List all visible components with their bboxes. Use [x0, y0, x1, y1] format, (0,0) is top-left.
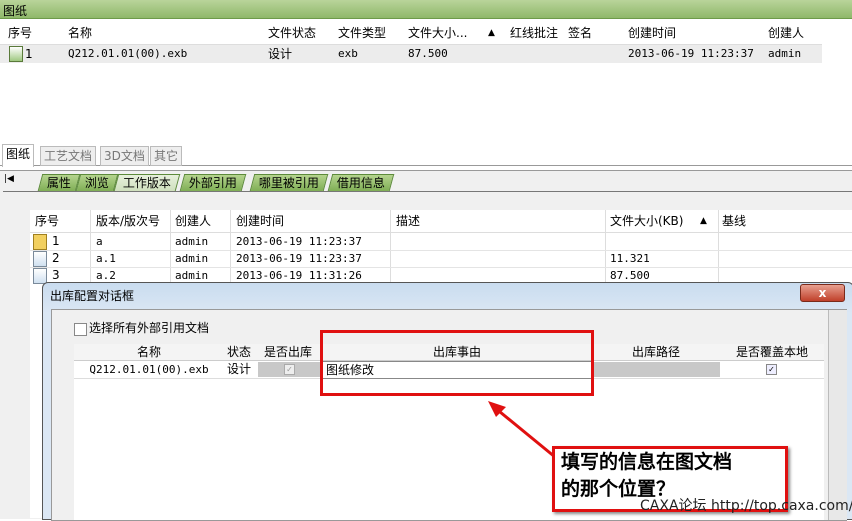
overwrite-local-checkbox[interactable]: ✓	[766, 364, 777, 375]
tab-browse[interactable]: 浏览	[75, 174, 119, 191]
tab-label: 工作版本	[122, 176, 171, 190]
highlight-box	[320, 330, 594, 396]
watermark: CAXA论坛 http://top.caxa.com/	[640, 498, 852, 514]
col-header[interactable]: 创建人	[175, 212, 211, 230]
row-creator: admin	[175, 252, 209, 265]
col-header[interactable]: 创建时间	[628, 24, 676, 42]
col-header[interactable]: 创建人	[768, 24, 804, 42]
sort-asc-icon: ▲	[700, 216, 707, 226]
checkout-cell: ✓	[258, 362, 320, 377]
panel-title: 图纸	[3, 4, 28, 18]
tab-drawing[interactable]: 图纸	[2, 144, 35, 167]
first-page-icon[interactable]: |◀	[4, 174, 14, 184]
tab-other[interactable]: 其它	[150, 146, 183, 166]
drawing-file-icon	[9, 46, 23, 62]
col-header[interactable]: 版本/版次号	[96, 212, 160, 230]
row-no: 1	[52, 234, 60, 248]
col-header: 出库路径	[631, 345, 680, 359]
col-header[interactable]: 文件大小(KB)	[610, 212, 683, 230]
row-name: Q212.01.01(00).exb	[68, 47, 188, 60]
divider	[3, 191, 852, 192]
select-all-checkbox[interactable]	[74, 323, 87, 336]
table-row[interactable]: 1 a admin 2013-06-19 11:23:37	[30, 233, 852, 251]
col-header[interactable]: 名称	[68, 24, 92, 42]
panel-title-bar: 图纸	[0, 0, 852, 19]
row-status: 设计	[226, 362, 251, 376]
close-button[interactable]: x	[800, 284, 845, 302]
table-row[interactable]: 1 Q212.01.01(00).exb 设计 exb 87.500 2013-…	[0, 45, 822, 63]
tab-label: 哪里被引用	[258, 176, 319, 190]
version-file-icon	[33, 251, 47, 267]
col-header: 是否出库	[263, 345, 312, 359]
scrollbar[interactable]	[828, 310, 847, 520]
row-name: Q212.01.01(00).exb	[89, 363, 209, 376]
tab-3d-doc[interactable]: 3D文档	[100, 146, 149, 166]
tab-external-ref[interactable]: 外部引用	[179, 174, 247, 191]
col-header: 是否覆盖本地	[735, 345, 808, 359]
col-header[interactable]: 序号	[35, 212, 59, 230]
checkout-checkbox[interactable]: ✓	[284, 364, 295, 375]
row-status: 设计	[268, 47, 293, 61]
col-header: 状态	[226, 345, 251, 359]
col-header: 名称	[136, 345, 161, 359]
tab-process-doc[interactable]: 工艺文档	[40, 146, 97, 166]
col-header[interactable]: 文件状态	[268, 24, 316, 42]
tab-label: 外部引用	[188, 176, 237, 190]
tab-label: 借用信息	[336, 176, 385, 190]
close-icon: x	[818, 286, 827, 300]
row-creator: admin	[768, 47, 802, 60]
top-table-header: 序号 名称 文件状态 文件类型 文件大小... ▲ 红线批注 签名 创建时间 创…	[0, 22, 822, 45]
col-header[interactable]: 红线批注	[510, 24, 558, 42]
tab-properties[interactable]: 属性	[37, 174, 81, 191]
row-size: 87.500	[408, 47, 448, 60]
row-created: 2013-06-19 11:23:37	[628, 47, 754, 60]
sort-asc-icon: ▲	[488, 28, 495, 38]
row-version: a.1	[96, 252, 116, 265]
tab-label: 浏览	[84, 176, 109, 190]
tab-work-version[interactable]: 工作版本	[113, 174, 181, 191]
row-no: 1	[25, 47, 33, 61]
dialog-title: 出库配置对话框	[50, 289, 135, 303]
table-row[interactable]: 2 a.1 admin 2013-06-19 11:23:37 11.321	[30, 250, 852, 268]
row-size: 11.321	[610, 252, 650, 265]
tab-label: 属性	[46, 176, 71, 190]
tab-borrow-info[interactable]: 借用信息	[327, 174, 395, 191]
row-created: 2013-06-19 11:23:37	[236, 252, 362, 265]
row-created: 2013-06-19 11:23:37	[236, 235, 362, 248]
callout-line: 填写的信息在图文档	[561, 451, 733, 473]
col-header[interactable]: 描述	[396, 212, 420, 230]
row-type: exb	[338, 47, 358, 60]
col-header[interactable]: 签名	[568, 24, 592, 42]
row-creator: admin	[175, 235, 209, 248]
col-header[interactable]: 创建时间	[236, 212, 284, 230]
row-no: 2	[52, 251, 60, 265]
select-all-label: 选择所有外部引用文档	[89, 321, 210, 335]
col-header[interactable]: 序号	[8, 24, 32, 42]
tab-where-used[interactable]: 哪里被引用	[249, 174, 329, 191]
col-header[interactable]: 基线	[722, 212, 746, 230]
checkout-path-input[interactable]	[594, 362, 720, 377]
version-header: 序号 版本/版次号 创建人 创建时间 描述 文件大小(KB) ▲ 基线	[30, 212, 852, 233]
col-header[interactable]: 文件大小...	[408, 24, 467, 42]
col-header[interactable]: 文件类型	[338, 24, 386, 42]
row-version: a	[96, 235, 103, 248]
check-version-icon	[33, 234, 47, 250]
